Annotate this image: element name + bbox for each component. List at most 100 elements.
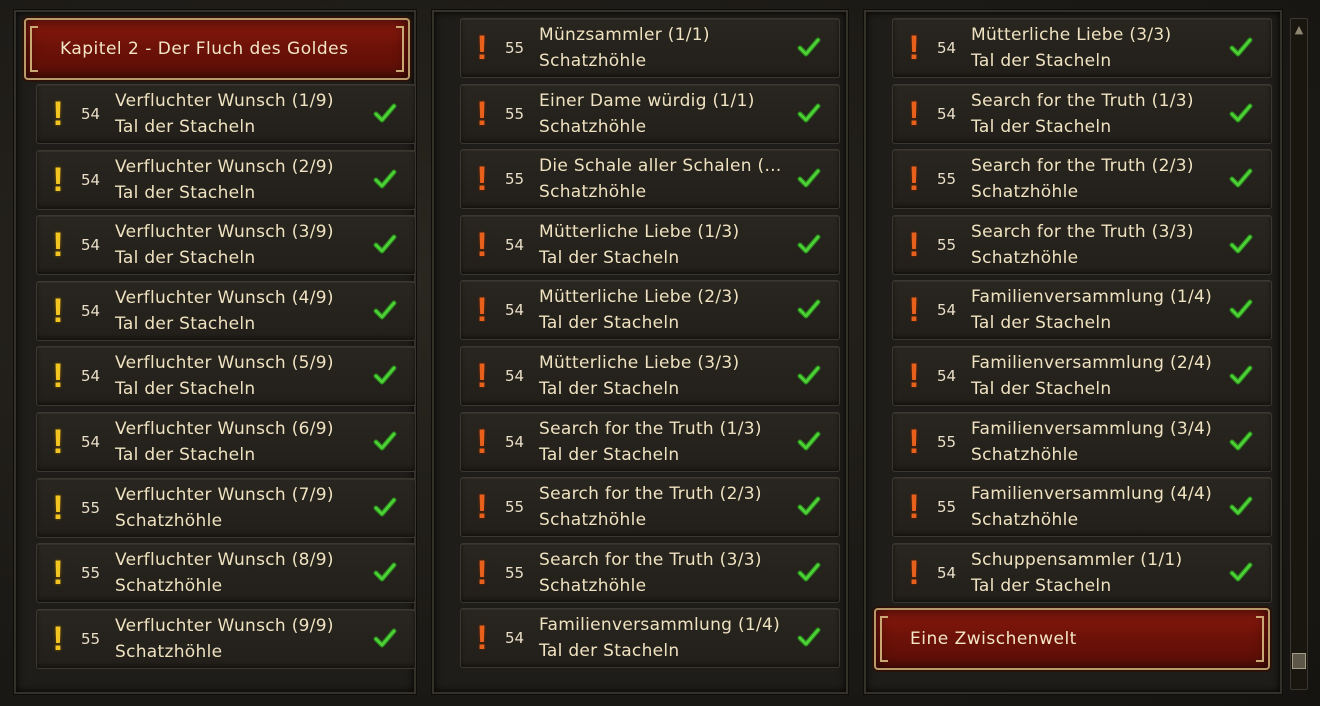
exclamation-icon: ! <box>476 29 488 67</box>
quest-name: Familienversammlung (4/4) <box>971 484 1213 504</box>
quest-log: Kapitel 2 - Der Fluch des Goldes ! 54 Verf… <box>0 0 1320 706</box>
quest-level: 55 <box>937 170 957 188</box>
quest-row[interactable]: ! 55 Search for the Truth (3/3) Schatzhöhle <box>460 543 840 603</box>
checkmark-icon <box>797 166 821 190</box>
quest-row[interactable]: ! 54 Schuppensammler (1/1) Tal der Stacheln <box>892 543 1272 603</box>
quest-level: 54 <box>937 39 957 57</box>
checkmark-icon <box>1229 429 1253 453</box>
quest-row[interactable]: ! 54 Mütterliche Liebe (3/3) Tal der Stache… <box>892 18 1272 78</box>
quest-name: Verfluchter Wunsch (6/9) <box>115 419 334 439</box>
quest-level: 54 <box>937 301 957 319</box>
quest-row[interactable]: ! 54 Familienversammlung (2/4) Tal der Stac… <box>892 346 1272 406</box>
quest-row[interactable]: ! 55 Familienversammlung (3/4) Schatzhöhle <box>892 412 1272 472</box>
quest-row[interactable]: ! 55 Verfluchter Wunsch (9/9) Schatzhöhle <box>36 609 416 669</box>
exclamation-icon: ! <box>476 291 488 329</box>
quest-level: 55 <box>81 564 101 582</box>
quest-row[interactable]: ! 55 Verfluchter Wunsch (8/9) Schatzhöhle <box>36 543 416 603</box>
exclamation-icon: ! <box>908 488 920 526</box>
exclamation-icon: ! <box>52 226 64 264</box>
quest-level: 54 <box>81 302 101 320</box>
quest-name: Search for the Truth (3/3) <box>971 222 1194 242</box>
checkmark-icon <box>797 429 821 453</box>
quest-row[interactable]: ! 54 Mütterliche Liebe (3/3) Tal der Stache… <box>460 346 840 406</box>
quest-level: 54 <box>937 564 957 582</box>
quest-name: Mütterliche Liebe (3/3) <box>971 25 1172 45</box>
checkmark-icon <box>797 232 821 256</box>
checkmark-icon <box>373 560 397 584</box>
scrollbar[interactable]: ▲ <box>1290 18 1308 690</box>
quest-row[interactable]: ! 54 Verfluchter Wunsch (3/9) Tal der Stach… <box>36 215 416 275</box>
quest-name: Verfluchter Wunsch (3/9) <box>115 222 334 242</box>
checkmark-icon <box>797 363 821 387</box>
quest-name: Mütterliche Liebe (2/3) <box>539 287 740 307</box>
quest-row[interactable]: ! 55 Search for the Truth (2/3) Schatzhöhle <box>892 149 1272 209</box>
checkmark-icon <box>373 167 397 191</box>
quest-name: Verfluchter Wunsch (1/9) <box>115 91 334 111</box>
checkmark-icon <box>1229 232 1253 256</box>
quest-zone: Tal der Stacheln <box>115 248 256 268</box>
quest-row[interactable]: ! 55 Münzsammler (1/1) Schatzhöhle <box>460 18 840 78</box>
exclamation-icon: ! <box>52 292 64 330</box>
quest-zone: Tal der Stacheln <box>115 117 256 137</box>
checkmark-icon <box>1229 560 1253 584</box>
quest-zone: Tal der Stacheln <box>971 313 1112 333</box>
quest-level: 55 <box>505 498 525 516</box>
quest-row[interactable]: ! 55 Search for the Truth (2/3) Schatzhöhle <box>460 477 840 537</box>
checkmark-icon <box>373 429 397 453</box>
quest-level: 55 <box>937 498 957 516</box>
quest-row[interactable]: ! 54 Mütterliche Liebe (1/3) Tal der Stache… <box>460 215 840 275</box>
quest-row[interactable]: ! 54 Search for the Truth (1/3) Tal der Sta… <box>460 412 840 472</box>
quest-row[interactable]: ! 55 Search for the Truth (3/3) Schatzhöhle <box>892 215 1272 275</box>
quest-row[interactable]: ! 54 Familienversammlung (1/4) Tal der Stac… <box>892 280 1272 340</box>
quest-row[interactable]: ! 54 Verfluchter Wunsch (6/9) Tal der Stach… <box>36 412 416 472</box>
quest-zone: Schatzhöhle <box>539 182 647 202</box>
scroll-thumb[interactable] <box>1292 653 1306 669</box>
quest-row[interactable]: ! 54 Verfluchter Wunsch (4/9) Tal der Stach… <box>36 281 416 341</box>
chapter-header-kapitel-2[interactable]: Kapitel 2 - Der Fluch des Goldes <box>24 18 410 80</box>
exclamation-icon: ! <box>908 357 920 395</box>
exclamation-icon: ! <box>476 95 488 133</box>
scroll-up-icon[interactable]: ▲ <box>1291 19 1307 39</box>
checkmark-icon <box>373 495 397 519</box>
exclamation-icon: ! <box>52 95 64 133</box>
quest-name: Münzsammler (1/1) <box>539 25 710 45</box>
quest-name: Mütterliche Liebe (1/3) <box>539 222 740 242</box>
checkmark-icon <box>1229 494 1253 518</box>
quest-level: 55 <box>81 499 101 517</box>
quest-name: Einer Dame würdig (1/1) <box>539 91 755 111</box>
quest-name: Die Schale aller Schalen (… <box>539 156 782 176</box>
exclamation-icon: ! <box>476 619 488 657</box>
exclamation-icon: ! <box>52 357 64 395</box>
quest-level: 54 <box>505 301 525 319</box>
quest-row[interactable]: ! 54 Verfluchter Wunsch (5/9) Tal der Stach… <box>36 346 416 406</box>
quest-row[interactable]: ! 54 Familienversammlung (1/4) Tal der Stac… <box>460 608 840 668</box>
quest-row[interactable]: ! 54 Mütterliche Liebe (2/3) Tal der Stache… <box>460 280 840 340</box>
quest-row[interactable]: ! 55 Einer Dame würdig (1/1) Schatzhöhle <box>460 84 840 144</box>
exclamation-icon: ! <box>52 489 64 527</box>
quest-zone: Tal der Stacheln <box>115 183 256 203</box>
exclamation-icon: ! <box>476 357 488 395</box>
quest-name: Familienversammlung (3/4) <box>971 419 1213 439</box>
quest-zone: Tal der Stacheln <box>115 314 256 334</box>
quest-row[interactable]: ! 55 Familienversammlung (4/4) Schatzhöhle <box>892 477 1272 537</box>
exclamation-icon: ! <box>908 29 920 67</box>
quest-row[interactable]: ! 55 Verfluchter Wunsch (7/9) Schatzhöhle <box>36 478 416 538</box>
quest-name: Search for the Truth (2/3) <box>539 484 762 504</box>
quest-row[interactable]: ! 54 Verfluchter Wunsch (1/9) Tal der Stach… <box>36 84 416 144</box>
checkmark-icon <box>1229 166 1253 190</box>
quest-row[interactable]: ! 54 Verfluchter Wunsch (2/9) Tal der Stach… <box>36 150 416 210</box>
chapter-header-zwischenwelt[interactable]: Eine Zwischenwelt <box>874 608 1270 670</box>
exclamation-icon: ! <box>908 291 920 329</box>
quest-level: 54 <box>81 433 101 451</box>
quest-name: Search for the Truth (1/3) <box>971 91 1194 111</box>
quest-zone: Tal der Stacheln <box>115 379 256 399</box>
quest-row[interactable]: ! 54 Search for the Truth (1/3) Tal der Sta… <box>892 84 1272 144</box>
quest-name: Verfluchter Wunsch (5/9) <box>115 353 334 373</box>
checkmark-icon <box>797 101 821 125</box>
quest-zone: Schatzhöhle <box>115 642 223 662</box>
quest-name: Familienversammlung (2/4) <box>971 353 1213 373</box>
quest-name: Search for the Truth (2/3) <box>971 156 1194 176</box>
quest-row[interactable]: ! 55 Die Schale aller Schalen (… Schatzhöhl… <box>460 149 840 209</box>
checkmark-icon <box>373 232 397 256</box>
quest-zone: Tal der Stacheln <box>971 117 1112 137</box>
